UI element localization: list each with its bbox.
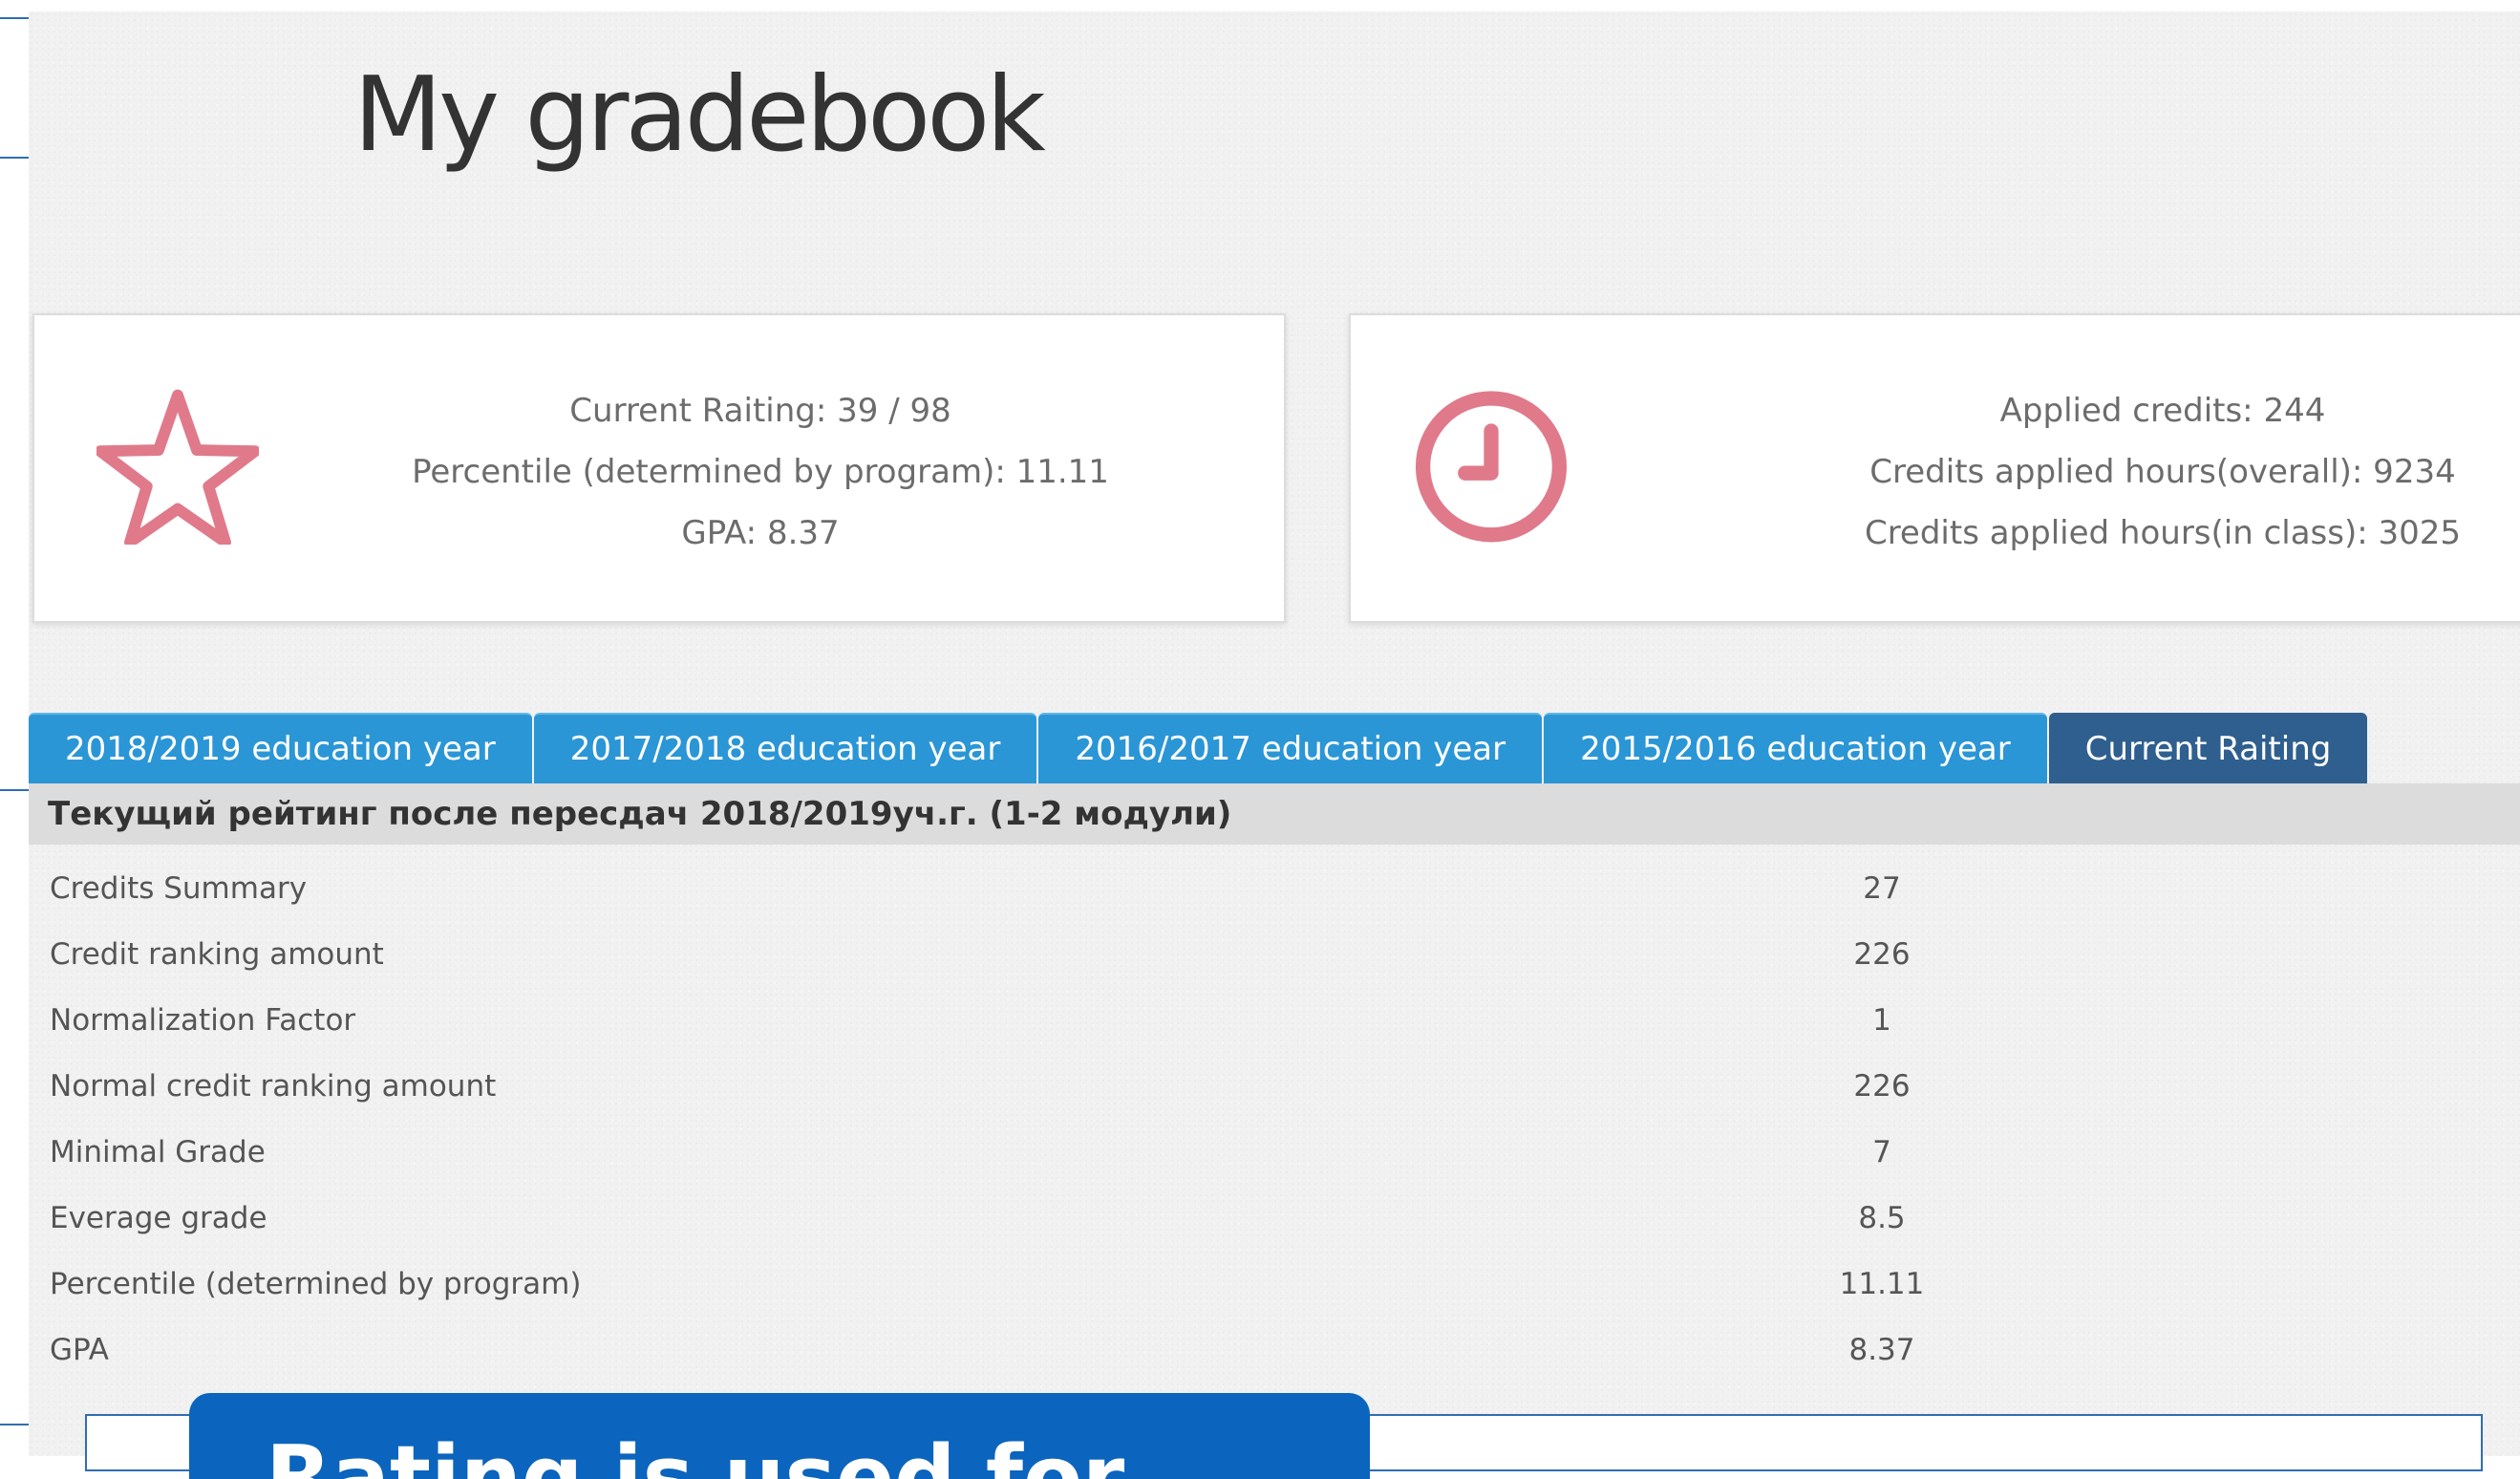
tab-current-rating[interactable]: Current Raiting: [2048, 713, 2368, 783]
table-row: GPA 8.37: [29, 1318, 2520, 1383]
clock-icon: [1415, 391, 1568, 543]
tab-2017-2018[interactable]: 2017/2018 education year: [533, 713, 1037, 783]
credits-card: Applied credits: 244 Credits applied hou…: [1349, 313, 2520, 623]
table-row: Minimal Grade 7: [29, 1120, 2520, 1186]
gpa-text: GPA: 8.37: [681, 514, 840, 552]
edge-mark: [0, 17, 29, 19]
row-value: 8.5: [1858, 1201, 1906, 1235]
tab-2018-2019[interactable]: 2018/2019 education year: [29, 713, 532, 783]
overlay-banner-text: Rating is used for...: [266, 1427, 1211, 1479]
edge-mark: [0, 789, 29, 791]
row-label: Everage grade: [50, 1201, 267, 1235]
tab-2015-2016[interactable]: 2015/2016 education year: [1544, 713, 2047, 783]
row-label: Credits Summary: [50, 871, 308, 906]
current-rating-text: Current Raiting: 39 / 98: [569, 392, 951, 430]
rating-table: Credits Summary 27 Credit ranking amount…: [29, 856, 2520, 1383]
row-value: 1: [1872, 1003, 1891, 1038]
applied-credits-text: Applied credits: 244: [1999, 392, 2326, 430]
table-row: Everage grade 8.5: [29, 1186, 2520, 1252]
tab-2016-2017[interactable]: 2016/2017 education year: [1038, 713, 1543, 783]
rating-card: Current Raiting: 39 / 98 Percentile (det…: [32, 313, 1286, 623]
row-label: Normalization Factor: [50, 1003, 356, 1038]
row-value: 27: [1863, 871, 1901, 906]
row-value: 226: [1853, 937, 1911, 972]
row-label: Minimal Grade: [50, 1135, 266, 1169]
row-label: Normal credit ranking amount: [50, 1069, 497, 1104]
edge-mark: [0, 1424, 29, 1425]
row-label: Percentile (determined by program): [50, 1267, 582, 1301]
percentile-text: Percentile (determined by program): 11.1…: [412, 453, 1109, 491]
rating-card-text: Current Raiting: 39 / 98 Percentile (det…: [273, 380, 1248, 564]
section-header: Текущий рейтинг после пересдач 2018/2019…: [29, 783, 2520, 845]
table-row: Credit ranking amount 226: [29, 922, 2520, 988]
hours-overall-text: Credits applied hours(overall): 9234: [1869, 453, 2456, 491]
overlay-banner: Rating is used for...: [189, 1393, 1370, 1479]
table-row: Credits Summary 27: [29, 856, 2520, 922]
credits-card-text: Applied credits: 244 Credits applied hou…: [1590, 380, 2520, 564]
table-row: Normalization Factor 1: [29, 988, 2520, 1054]
row-label: GPA: [50, 1333, 109, 1367]
hours-in-class-text: Credits applied hours(in class): 3025: [1864, 514, 2462, 552]
table-row: Normal credit ranking amount 226: [29, 1054, 2520, 1120]
row-value: 7: [1872, 1135, 1891, 1169]
row-value: 11.11: [1839, 1267, 1925, 1301]
table-row: Percentile (determined by program) 11.11: [29, 1252, 2520, 1318]
row-value: 226: [1853, 1069, 1911, 1104]
edge-mark: [0, 157, 29, 159]
year-tabs: 2018/2019 education year 2017/2018 educa…: [29, 709, 2369, 783]
page-title: My gradebook: [353, 55, 1046, 175]
row-value: 8.37: [1848, 1333, 1915, 1367]
row-label: Credit ranking amount: [50, 937, 384, 972]
star-icon: [96, 389, 259, 545]
